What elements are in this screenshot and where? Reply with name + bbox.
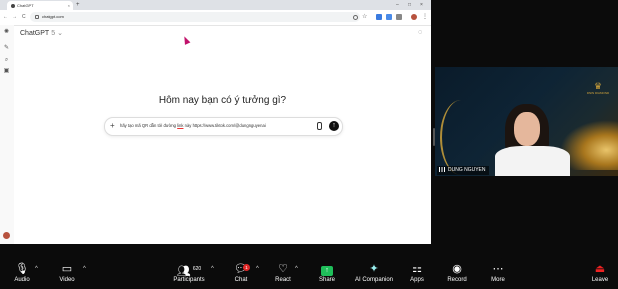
- forward-button[interactable]: →: [12, 12, 17, 22]
- site-info-icon[interactable]: [35, 14, 39, 19]
- openai-logo-icon[interactable]: ✺: [3, 29, 10, 36]
- logo-text: DNIN DIAMOND: [586, 91, 610, 95]
- chevron-down-icon: ⌄: [57, 30, 63, 37]
- more-button[interactable]: ⋯ More: [478, 263, 518, 289]
- chat-label: Chat: [234, 277, 248, 283]
- back-button[interactable]: ←: [3, 12, 8, 22]
- decorative-gold-swirl: [440, 100, 482, 175]
- react-options-caret[interactable]: ^: [295, 266, 298, 272]
- prompt-text-start: hãy tạo mã QR dẫn tới đường: [120, 123, 178, 128]
- participant-name: DUNG NGUYEN: [448, 167, 486, 173]
- participant-body: [495, 146, 570, 176]
- extensions-puzzle-icon[interactable]: [396, 14, 402, 20]
- new-chat-icon[interactable]: ✎: [3, 45, 10, 52]
- search-icon[interactable]: ⌕: [3, 57, 10, 64]
- record-icon: ◉: [452, 263, 462, 275]
- apps-button[interactable]: ⚏ Apps: [397, 263, 437, 289]
- participants-options-caret[interactable]: ^: [211, 266, 214, 272]
- video-options-caret[interactable]: ^: [83, 266, 86, 272]
- leave-button[interactable]: ⏏ Leave: [582, 263, 618, 289]
- share-button[interactable]: ↑ Share: [307, 263, 347, 289]
- user-avatar[interactable]: [3, 232, 10, 239]
- apps-label: Apps: [410, 277, 424, 283]
- browser-menu-icon[interactable]: ⋮: [422, 12, 428, 20]
- maximize-button[interactable]: □: [408, 0, 411, 10]
- react-label: React: [275, 277, 291, 283]
- minimize-button[interactable]: –: [396, 0, 399, 10]
- sparkle-icon: ✦: [369, 263, 379, 275]
- url-text: chatgpt.com: [42, 14, 64, 19]
- participants-button[interactable]: 👥︎ 620 Participants: [167, 263, 211, 289]
- prompt-text-end: này https://www.tiktok.com/@dungnguyenai: [183, 123, 266, 128]
- more-dots-icon: ⋯: [492, 263, 504, 275]
- signal-strength-icon: [439, 167, 445, 173]
- audio-label: Audio: [14, 277, 30, 283]
- participants-icon-row: 👥︎ 620: [167, 263, 211, 278]
- tab-chatgpt[interactable]: ChatGPT ×: [7, 1, 73, 10]
- model-version: 5: [51, 30, 56, 37]
- record-label: Record: [447, 277, 467, 283]
- chat-button[interactable]: 💬︎ Chat: [221, 263, 261, 289]
- camera-off-icon: ▭: [61, 263, 73, 275]
- audio-options-caret[interactable]: ^: [35, 266, 38, 272]
- prompt-box[interactable]: + hãy tạo mã QR dẫn tới đường link này h…: [104, 117, 343, 136]
- send-button[interactable]: ↑: [329, 121, 339, 131]
- participant-face: [514, 112, 540, 146]
- chat-bubble-icon: 💬︎: [234, 263, 248, 275]
- ai-companion-button[interactable]: ✦ AI Companion: [348, 263, 400, 289]
- zoom-lens-icon[interactable]: [353, 15, 358, 20]
- page-headline: Hôm nay bạn có ý tưởng gì?: [158, 95, 287, 106]
- bookmark-star-icon[interactable]: ☆: [362, 12, 368, 20]
- share-label: Share: [318, 277, 335, 283]
- tab-close-icon[interactable]: ×: [68, 1, 70, 10]
- model-name: ChatGPT: [20, 30, 50, 37]
- chat-unread-badge: 1: [243, 264, 250, 271]
- tab-title: ChatGPT: [17, 3, 34, 8]
- profile-avatar[interactable]: [411, 14, 417, 20]
- leave-label: Leave: [591, 277, 609, 283]
- microphone-icon[interactable]: [317, 122, 322, 130]
- participants-label: Participants: [173, 277, 205, 283]
- close-window-button[interactable]: ×: [420, 0, 423, 10]
- model-selector[interactable]: ChatGPT 5 ⌄: [20, 29, 63, 37]
- address-bar[interactable]: chatgpt.com: [30, 12, 360, 22]
- chat-options-caret[interactable]: ^: [256, 266, 259, 272]
- leave-icon: ⏏: [594, 263, 606, 275]
- participants-count: 620: [192, 266, 202, 272]
- apps-icon: ⚏: [412, 263, 422, 275]
- record-button[interactable]: ◉ Record: [437, 263, 477, 289]
- chatgpt-favicon-icon: [11, 3, 15, 8]
- brand-logo: ♛ DNIN DIAMOND: [585, 82, 611, 96]
- video-label: Video: [59, 277, 75, 283]
- add-attachment-icon[interactable]: +: [110, 121, 115, 131]
- extension-icon[interactable]: [376, 14, 382, 20]
- prompt-input[interactable]: hãy tạo mã QR dẫn tới đường link này htt…: [120, 123, 266, 128]
- temporary-chat-icon[interactable]: ◌: [418, 29, 422, 36]
- reload-button[interactable]: C: [22, 12, 26, 22]
- more-label: More: [491, 277, 505, 283]
- extension-icon[interactable]: [386, 14, 392, 20]
- new-tab-button[interactable]: +: [76, 0, 80, 10]
- video-button[interactable]: ▭ Video: [47, 263, 87, 289]
- participant-name-tag: DUNG NGUYEN: [437, 166, 489, 175]
- share-icon-wrap: ↑: [307, 263, 347, 276]
- library-icon[interactable]: ▣: [3, 68, 10, 75]
- share-screen-icon: ↑: [321, 266, 333, 276]
- ai-companion-label: AI Companion: [354, 277, 394, 283]
- crown-logo-icon: ♛: [593, 81, 603, 91]
